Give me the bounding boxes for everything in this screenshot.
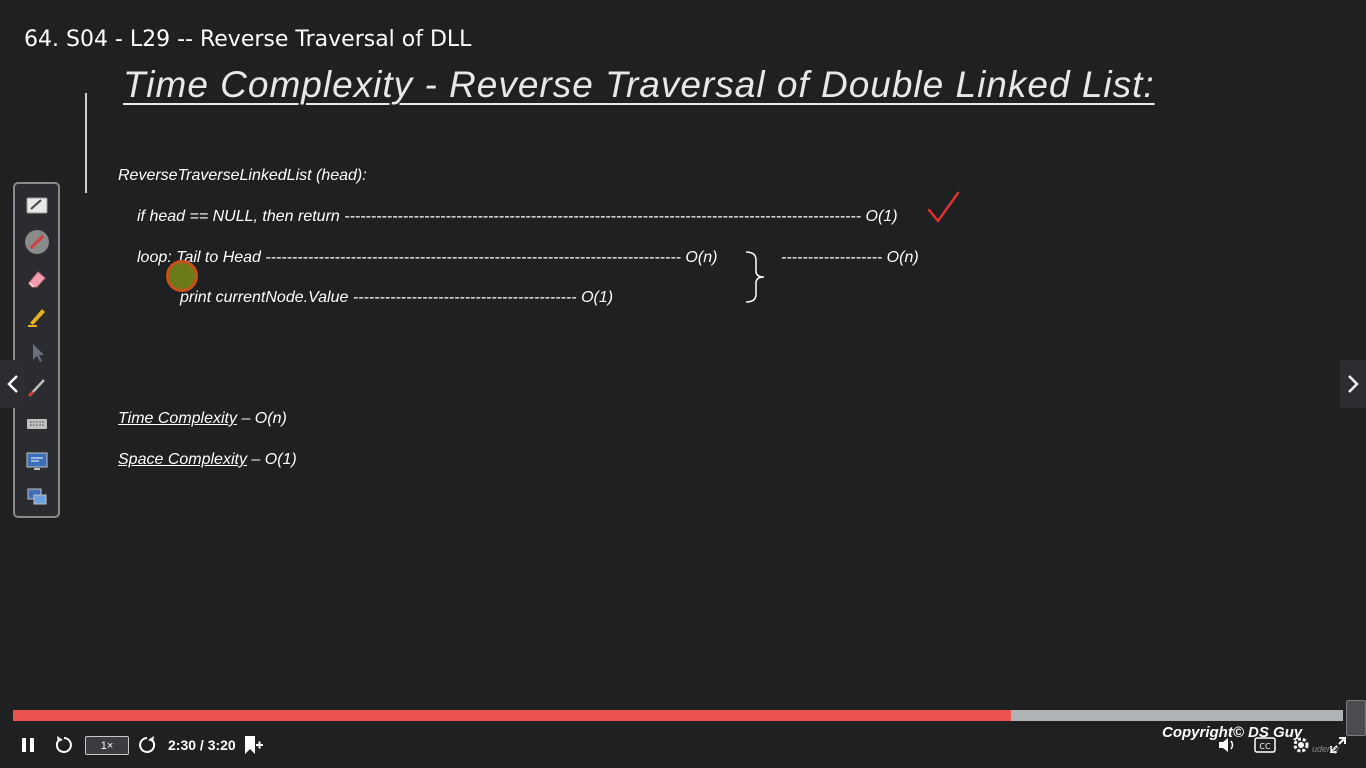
keyboard-icon[interactable]	[24, 411, 50, 437]
code-line-print: print currentNode.Value ----------------…	[180, 289, 614, 306]
eraser-icon[interactable]	[24, 266, 50, 292]
previous-lecture-button[interactable]	[0, 360, 26, 408]
pause-icon	[22, 738, 34, 752]
screen-capture-icon[interactable]	[24, 448, 50, 474]
highlighter-icon[interactable]	[24, 303, 50, 329]
annotation-toolbar	[13, 182, 60, 518]
video-title: 64. S04 - L29 -- Reverse Traversal of DL…	[24, 27, 472, 52]
forward-icon	[139, 736, 156, 753]
add-bookmark-button[interactable]	[241, 734, 265, 756]
udemy-watermark: udemy	[1312, 744, 1340, 754]
side-panel-toggle[interactable]	[1346, 700, 1366, 736]
pointer-icon[interactable]	[24, 339, 50, 365]
time-complexity-label: Time Complexity	[118, 410, 237, 427]
space-complexity-label: Space Complexity	[118, 451, 247, 468]
time-complexity-summary: Time Complexity – O(n)	[118, 410, 287, 428]
whiteboard-icon[interactable]	[24, 193, 50, 219]
code-line-if: if head == NULL, then return -----------…	[137, 208, 898, 225]
bookmark-add-icon	[245, 736, 263, 754]
playback-speed-button[interactable]: 1×	[85, 736, 129, 755]
captions-icon: CC	[1254, 737, 1276, 753]
chevron-right-icon	[1348, 375, 1359, 393]
volume-button[interactable]	[1216, 735, 1240, 755]
brace-icon	[745, 251, 765, 303]
svg-text:CC: CC	[1259, 742, 1271, 751]
time-display: 2:30 / 3:20	[168, 737, 236, 753]
time-complexity-value: – O(n)	[237, 410, 287, 427]
gear-icon	[1293, 737, 1309, 753]
code-line-loop: loop: Tail to Head ---------------------…	[137, 249, 718, 266]
rewind-button[interactable]	[53, 735, 75, 755]
progress-fill	[13, 710, 1011, 721]
pen-icon[interactable]	[24, 229, 50, 255]
pause-button[interactable]	[18, 736, 38, 754]
space-complexity-value: – O(1)	[246, 451, 297, 468]
screen-share-icon[interactable]	[24, 484, 50, 510]
chevron-left-icon	[7, 375, 18, 393]
brush-icon[interactable]	[24, 374, 50, 400]
forward-button[interactable]	[136, 735, 158, 755]
slide-title: Time Complexity - Reverse Traversal of D…	[123, 64, 1155, 105]
volume-icon	[1219, 738, 1234, 752]
captions-button[interactable]: CC	[1254, 736, 1276, 754]
rewind-icon	[55, 736, 72, 753]
progress-bar[interactable]	[13, 710, 1343, 721]
next-lecture-button[interactable]	[1340, 360, 1366, 408]
check-mark-icon	[927, 191, 960, 223]
settings-button[interactable]	[1290, 735, 1312, 755]
function-signature: ReverseTraverseLinkedList (head):	[118, 167, 367, 184]
slide-divider	[85, 93, 87, 193]
space-complexity-summary: Space Complexity – O(1)	[118, 451, 297, 469]
pointer-highlight	[166, 260, 198, 292]
brace-result: ------------------- O(n)	[781, 249, 919, 266]
